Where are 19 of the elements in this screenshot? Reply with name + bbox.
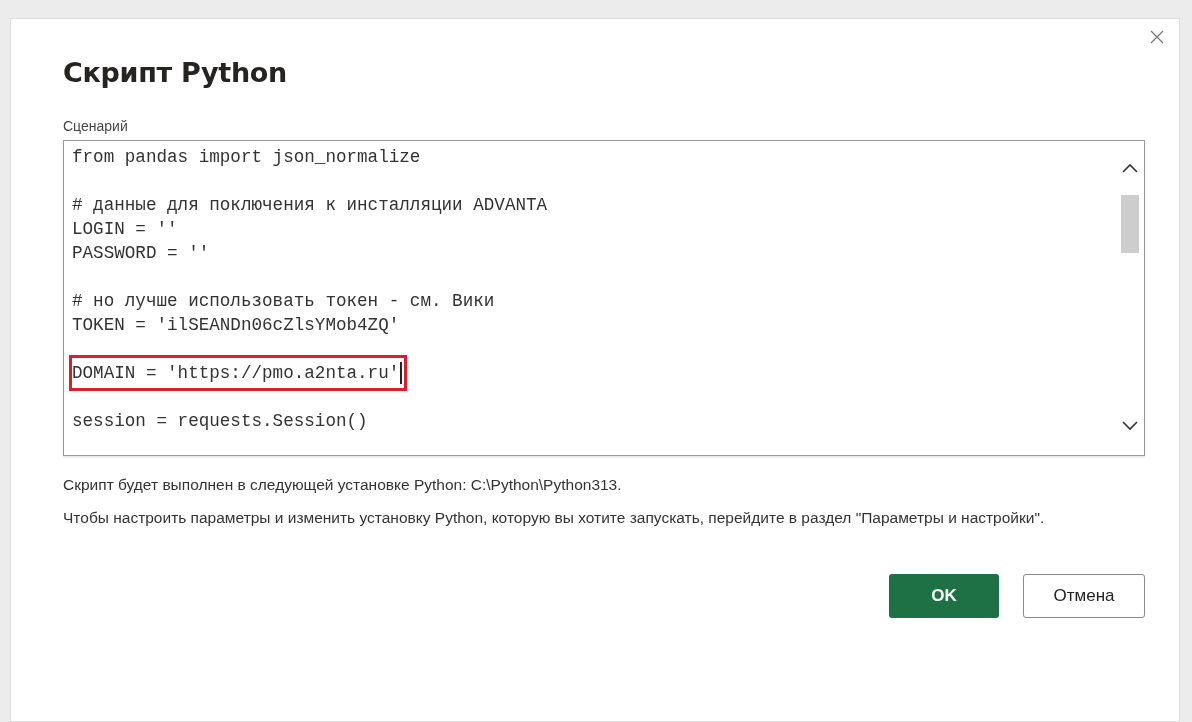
info-text: Чтобы настроить параметры и изменить установку Python, которую вы хотите запускать, перейдите в раздел "Параметры и настройки". bbox=[63, 508, 1046, 528]
cancel-button[interactable]: Отмена bbox=[1023, 574, 1145, 618]
code-line: session = requests.Session() bbox=[72, 410, 368, 433]
code-line: # данные для поключения к инсталляции ADVANTA bbox=[72, 194, 548, 217]
code-line: DOMAIN = 'https://pmo.a2nta.ru' bbox=[72, 358, 405, 388]
chevron-down-icon[interactable] bbox=[1122, 421, 1138, 431]
ok-button[interactable]: OK bbox=[889, 574, 999, 618]
chevron-up-icon[interactable] bbox=[1122, 163, 1138, 173]
code-line: # но лучше использовать токен - см. Вики bbox=[72, 290, 495, 313]
code-line: PASSWORD = '' bbox=[72, 242, 210, 265]
scrollbar-thumb[interactable] bbox=[1121, 195, 1139, 253]
dialog-title: Скрипт Python bbox=[63, 57, 288, 88]
close-icon[interactable] bbox=[1149, 29, 1165, 45]
code-line: LOGIN = '' bbox=[72, 218, 178, 241]
code-line: from pandas import json_normalize bbox=[72, 146, 421, 169]
code-line: TOKEN = 'ilSEANDn06cZlsYMob4ZQ' bbox=[72, 314, 400, 337]
code-editor[interactable] bbox=[63, 140, 1145, 456]
info-text: Скрипт будет выполнен в следующей установке Python: C:\Python\Python313. bbox=[63, 475, 623, 495]
field-label: Сценарий bbox=[63, 118, 129, 134]
